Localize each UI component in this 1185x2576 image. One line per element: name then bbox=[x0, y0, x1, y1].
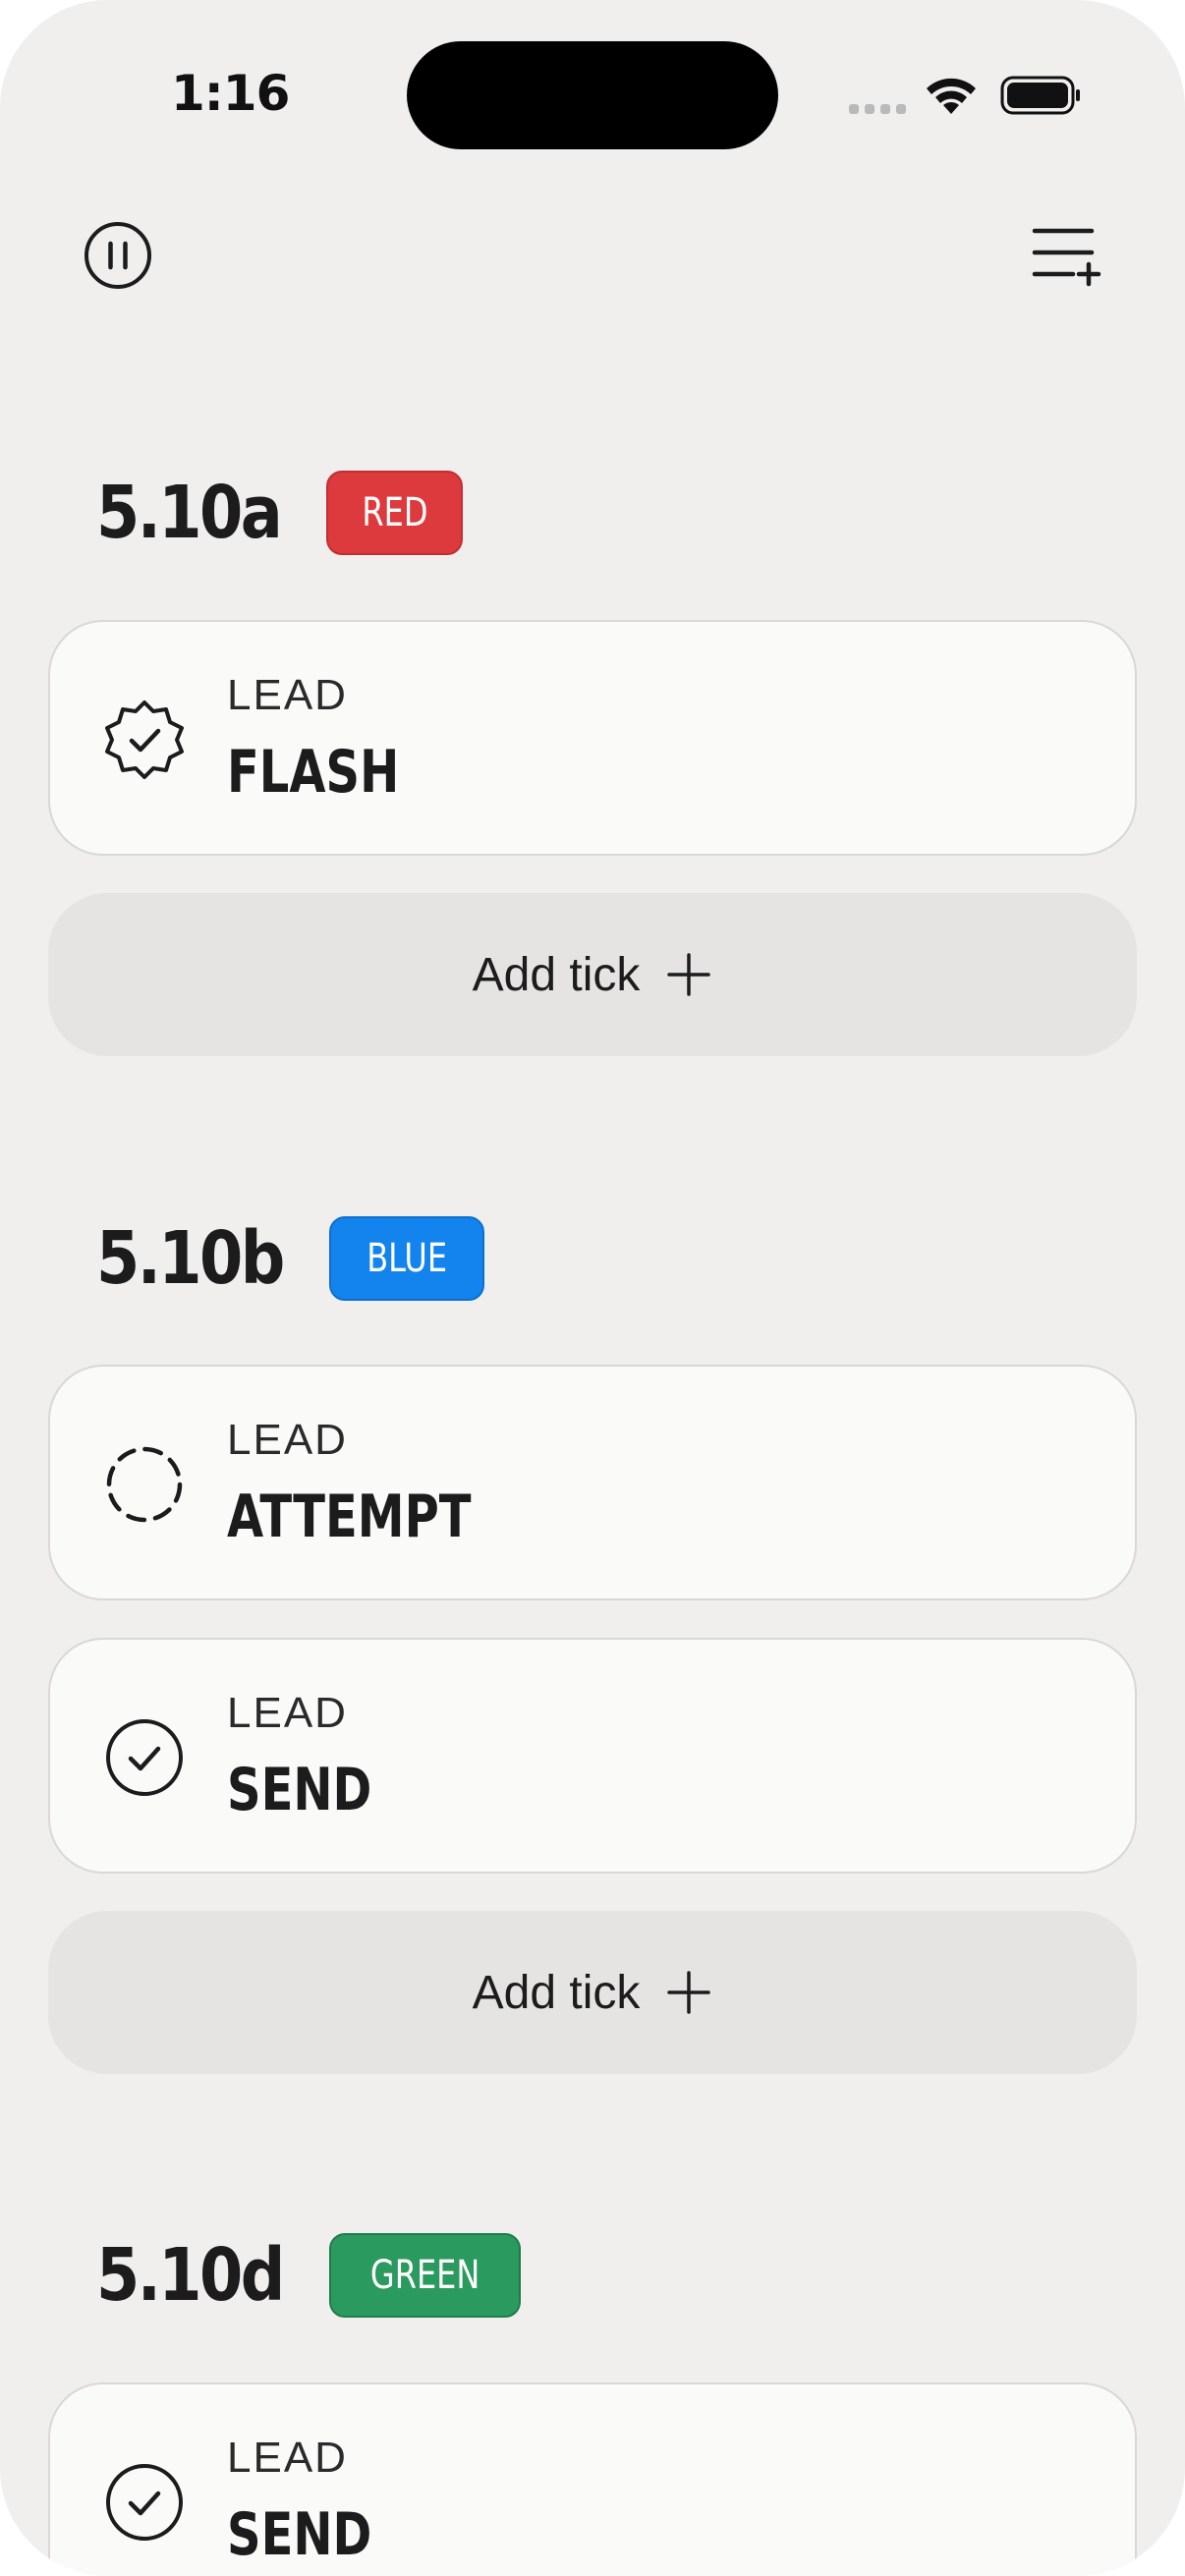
app-screen: 1:16 5.10a RED LEAD FLASH Add tick 5.10b… bbox=[0, 0, 1185, 2576]
add-route-button[interactable] bbox=[1030, 222, 1104, 287]
tick-result: ATTEMPT bbox=[227, 1483, 472, 1551]
battery-icon bbox=[1000, 76, 1080, 115]
tick-style: LEAD bbox=[227, 1416, 348, 1464]
plus-icon bbox=[667, 953, 711, 996]
add-tick-label: Add tick bbox=[472, 1966, 641, 2019]
cellular-signal-icon bbox=[849, 104, 906, 114]
badge-check-icon bbox=[105, 700, 184, 779]
status-time: 1:16 bbox=[171, 65, 290, 122]
color-badge: GREEN bbox=[328, 2233, 521, 2318]
wifi-icon bbox=[927, 78, 976, 114]
add-tick-label: Add tick bbox=[472, 948, 641, 1001]
route-header: 5.10b BLUE bbox=[96, 1215, 484, 1302]
route-grade: 5.10a bbox=[96, 471, 283, 555]
color-badge: BLUE bbox=[328, 1216, 484, 1301]
tick-result: FLASH bbox=[227, 738, 400, 807]
tick-card[interactable]: LEAD ATTEMPT bbox=[48, 1365, 1137, 1600]
add-tick-button[interactable]: Add tick bbox=[48, 1911, 1137, 2074]
dynamic-island bbox=[407, 41, 778, 149]
tick-result: SEND bbox=[227, 1756, 372, 1824]
pause-button[interactable] bbox=[83, 220, 153, 291]
tick-style: LEAD bbox=[227, 2434, 348, 2482]
add-tick-button[interactable]: Add tick bbox=[48, 893, 1137, 1056]
route-grade: 5.10d bbox=[96, 2233, 285, 2318]
tick-style: LEAD bbox=[227, 671, 348, 719]
color-badge: RED bbox=[325, 471, 464, 555]
route-header: 5.10a RED bbox=[96, 470, 464, 556]
check-circle-icon bbox=[106, 2464, 183, 2541]
tick-card[interactable]: LEAD SEND bbox=[48, 2382, 1137, 2576]
tick-card[interactable]: LEAD SEND bbox=[48, 1638, 1137, 1874]
dashed-circle-icon bbox=[106, 1446, 183, 1523]
tick-style: LEAD bbox=[227, 1689, 348, 1737]
plus-icon bbox=[667, 1971, 711, 2014]
tick-card[interactable]: LEAD FLASH bbox=[48, 620, 1137, 856]
tick-result: SEND bbox=[227, 2500, 372, 2569]
route-header: 5.10d GREEN bbox=[96, 2232, 521, 2319]
route-grade: 5.10b bbox=[96, 1216, 285, 1301]
check-circle-icon bbox=[106, 1719, 183, 1796]
